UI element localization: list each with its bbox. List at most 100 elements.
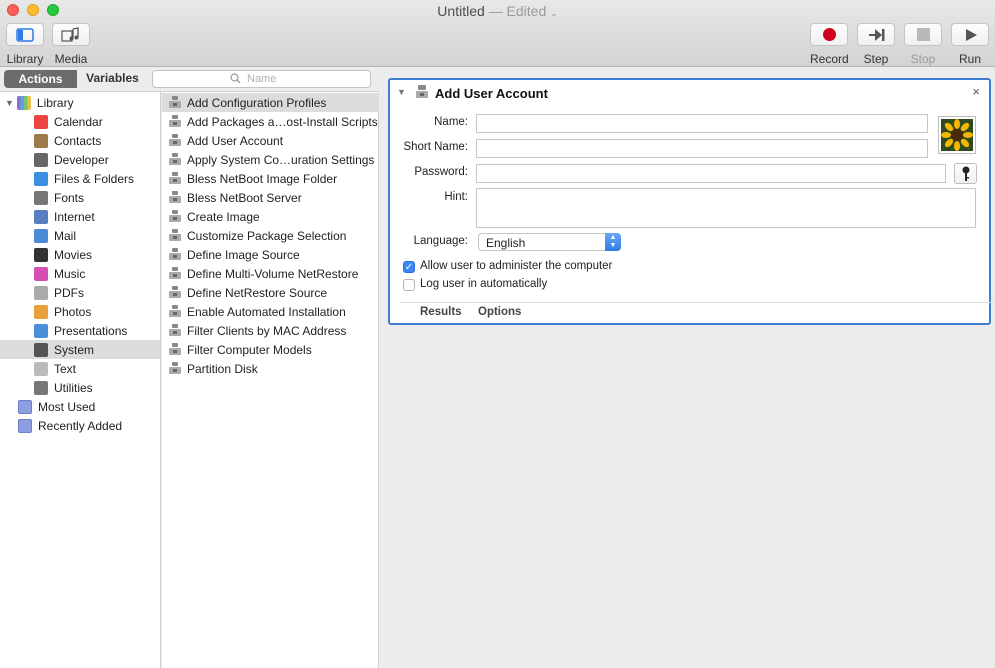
automator-action-icon	[416, 85, 428, 98]
action-list-item[interactable]: Bless NetBoot Server	[162, 188, 379, 207]
library-item-contacts[interactable]: Contacts	[0, 131, 160, 150]
admin-checkbox-label[interactable]: Allow user to administer the computer	[420, 260, 612, 272]
library-item-label: Calendar	[54, 114, 103, 129]
library-toggle-button[interactable]: Library	[6, 23, 44, 66]
action-list-item[interactable]: Apply System Co…uration Settings	[162, 150, 379, 169]
smart-group-recently-added[interactable]: Recently Added	[0, 416, 160, 435]
library-item-pdfs[interactable]: PDFs	[0, 283, 160, 302]
action-list-item[interactable]: Add Packages a…ost-Install Scripts	[162, 112, 379, 131]
action-list-item-label: Filter Computer Models	[187, 342, 312, 357]
library-item-calendar[interactable]: Calendar	[0, 112, 160, 131]
automator-action-icon	[169, 343, 181, 355]
library-item-utilities[interactable]: Utilities	[0, 378, 160, 397]
short-name-label: Short Name:	[403, 141, 468, 153]
close-icon[interactable]: ×	[972, 84, 980, 99]
library-item-label: Mail	[54, 228, 77, 243]
action-list-item[interactable]: Add Configuration Profiles	[162, 93, 379, 112]
language-popup[interactable]: English ▲ ▼	[478, 233, 621, 251]
action-list-item[interactable]: Add User Account	[162, 131, 379, 150]
library-item-developer[interactable]: Developer	[0, 150, 160, 169]
run-button[interactable]: Run	[951, 23, 989, 66]
language-popup-value: English	[486, 236, 526, 250]
disclosure-triangle-icon[interactable]: ▼	[5, 98, 14, 108]
automator-action-icon	[169, 96, 181, 108]
name-field[interactable]	[476, 114, 928, 133]
automator-action-icon	[169, 324, 181, 336]
short-name-field[interactable]	[476, 139, 928, 158]
search-field[interactable]: Name	[152, 70, 371, 88]
hint-field[interactable]	[476, 188, 976, 228]
library-item-files-folders[interactable]: Files & Folders	[0, 169, 160, 188]
library-item-fonts[interactable]: Fonts	[0, 188, 160, 207]
library-item-internet[interactable]: Internet	[0, 207, 160, 226]
key-icon	[962, 166, 970, 181]
action-list-item[interactable]: Define Image Source	[162, 245, 379, 264]
automator-action-icon	[169, 248, 181, 260]
add-user-account-action-card[interactable]: ▼ Add User Account × Name: Short Name: P…	[388, 78, 995, 325]
action-card-title: Add User Account	[435, 86, 548, 101]
presentations-icon	[34, 323, 48, 338]
library-item-text[interactable]: Text	[0, 359, 160, 378]
text-icon	[34, 361, 48, 376]
action-list-item[interactable]: Bless NetBoot Image Folder	[162, 169, 379, 188]
calendar-icon	[34, 114, 48, 129]
action-card-header: ▼ Add User Account ×	[390, 80, 989, 106]
autologin-checkbox-label[interactable]: Log user in automatically	[420, 278, 547, 290]
media-button[interactable]: Media	[52, 23, 90, 66]
password-field[interactable]	[476, 164, 946, 183]
user-picture-well[interactable]	[938, 116, 976, 154]
popup-arrows-icon: ▲ ▼	[605, 233, 621, 251]
action-list-item[interactable]: Customize Package Selection	[162, 226, 379, 245]
automator-action-icon	[169, 267, 181, 279]
library-item-movies[interactable]: Movies	[0, 245, 160, 264]
variables-tab[interactable]: Variables	[77, 70, 148, 88]
library-item-mail[interactable]: Mail	[0, 226, 160, 245]
action-list-item[interactable]: Filter Clients by MAC Address	[162, 321, 379, 340]
window-title-text: Untitled	[437, 3, 485, 19]
stop-button[interactable]: Stop	[904, 23, 942, 66]
results-tab[interactable]: Results	[420, 306, 462, 318]
automator-action-icon	[169, 172, 181, 184]
window-title[interactable]: Untitled — Edited ⌄	[0, 3, 995, 19]
library-item-photos[interactable]: Photos	[0, 302, 160, 321]
action-list-item-label: Add User Account	[187, 133, 284, 148]
language-label: Language:	[413, 235, 468, 247]
library-item-music[interactable]: Music	[0, 264, 160, 283]
utilities-icon	[34, 380, 48, 395]
sidebar-icon	[16, 28, 34, 42]
smart-group-label: Recently Added	[38, 418, 123, 433]
workflow-area[interactable]: ▼ Add User Account × Name: Short Name: P…	[380, 68, 995, 668]
step-button[interactable]: Step	[857, 23, 895, 66]
action-list-item-label: Add Configuration Profiles	[187, 95, 327, 110]
actions-tab[interactable]: Actions	[4, 70, 77, 88]
action-list-item[interactable]: Partition Disk	[162, 359, 379, 378]
smart-group-most-used[interactable]: Most Used	[0, 397, 160, 416]
library-item-label: System	[54, 342, 95, 357]
action-list-item[interactable]: Define NetRestore Source	[162, 283, 379, 302]
search-placeholder: Name	[247, 73, 277, 85]
library-item-system[interactable]: System	[0, 340, 160, 359]
record-button[interactable]: Record	[810, 23, 849, 66]
automator-action-icon	[169, 153, 181, 165]
smart-group-label: Most Used	[38, 399, 96, 414]
contacts-icon	[34, 133, 48, 148]
admin-checkbox[interactable]: ✓	[403, 261, 415, 273]
collapse-triangle-icon[interactable]: ▼	[397, 87, 406, 97]
library-root-label: Library	[36, 95, 74, 110]
action-list-item[interactable]: Create Image	[162, 207, 379, 226]
library-root[interactable]: ▼ Library	[0, 93, 160, 112]
library-item-label: Movies	[54, 247, 93, 262]
action-list-item[interactable]: Define Multi-Volume NetRestore	[162, 264, 379, 283]
options-tab[interactable]: Options	[478, 306, 521, 318]
action-list-item[interactable]: Enable Automated Installation	[162, 302, 379, 321]
autologin-checkbox[interactable]	[403, 279, 415, 291]
action-list-item-label: Bless NetBoot Image Folder	[187, 171, 338, 186]
automator-action-icon	[169, 191, 181, 203]
action-list-item-label: Partition Disk	[187, 361, 258, 376]
password-assistant-button[interactable]	[954, 163, 977, 184]
action-list: Add Configuration Profiles Add Packages a…	[162, 91, 379, 668]
action-list-item[interactable]: Filter Computer Models	[162, 340, 379, 359]
music-icon	[34, 266, 48, 281]
library-item-presentations[interactable]: Presentations	[0, 321, 160, 340]
actions-variables-segmented-control: Actions Variables	[4, 70, 148, 88]
